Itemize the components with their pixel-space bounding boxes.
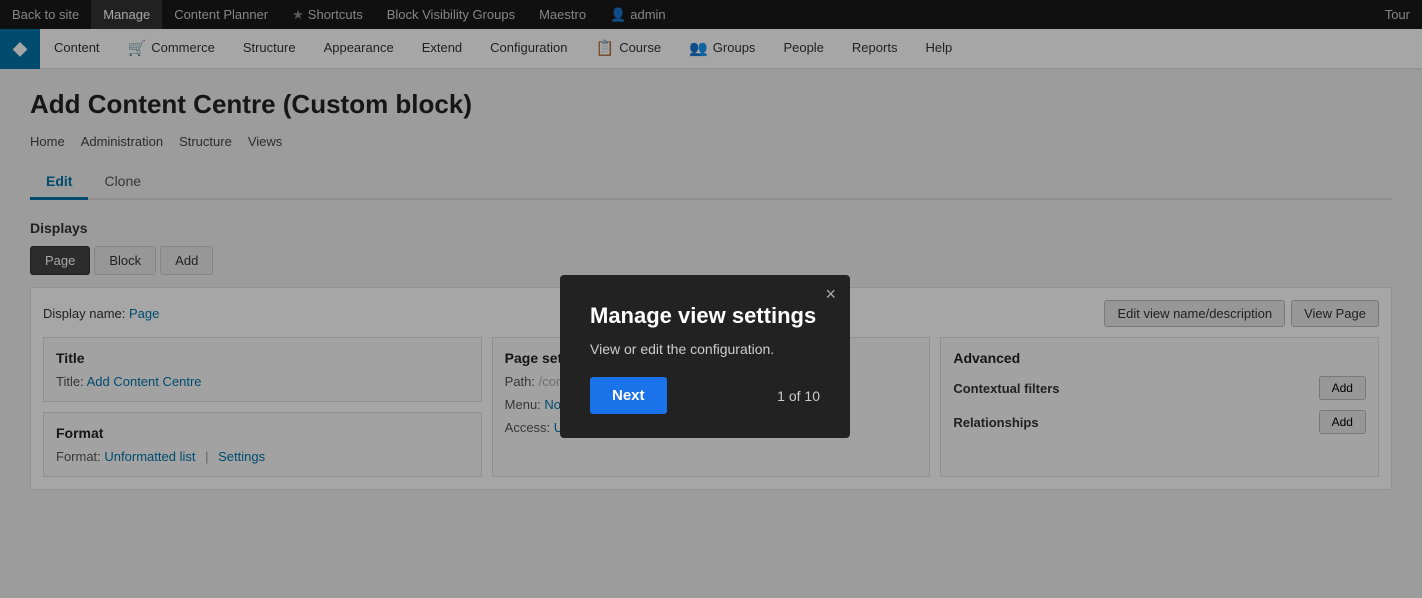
main-content: Add Content Centre (Custom block) Home A…	[0, 69, 1422, 598]
modal: × Manage view settings View or edit the …	[560, 275, 850, 438]
modal-title: Manage view settings	[590, 303, 820, 329]
modal-close-btn[interactable]: ×	[825, 285, 836, 303]
modal-footer: Next 1 of 10	[590, 377, 820, 414]
modal-next-btn[interactable]: Next	[590, 377, 667, 414]
modal-progress: 1 of 10	[777, 388, 820, 404]
modal-overlay[interactable]: × Manage view settings View or edit the …	[0, 0, 1422, 598]
modal-description: View or edit the configuration.	[590, 341, 820, 357]
